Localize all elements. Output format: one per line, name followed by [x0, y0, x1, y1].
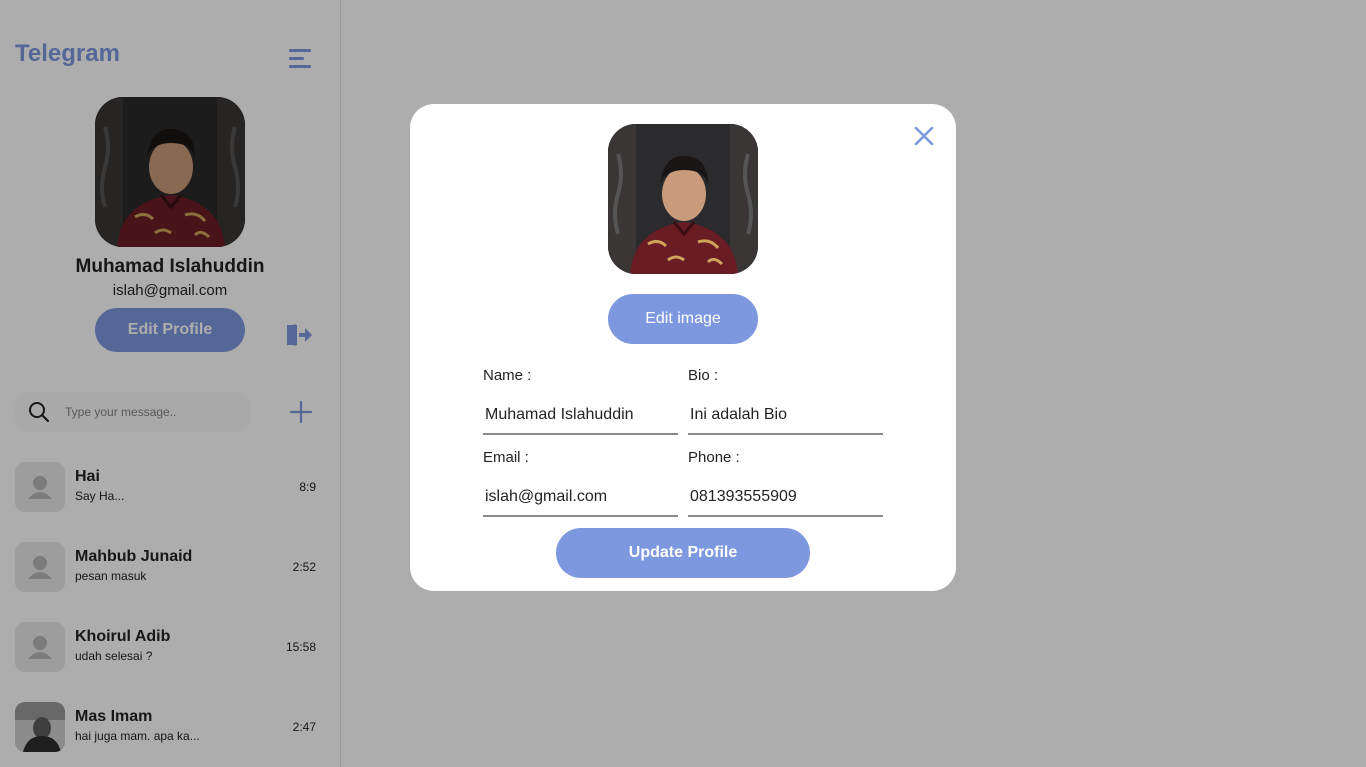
- phone-label: Phone :: [688, 449, 740, 466]
- edit-profile-modal: Edit image Name : Bio : Email : Phone : …: [410, 104, 956, 591]
- close-icon[interactable]: [912, 124, 936, 148]
- edit-image-button[interactable]: Edit image: [608, 294, 758, 344]
- modal-profile-avatar: [608, 124, 758, 274]
- bio-label: Bio :: [688, 367, 719, 384]
- phone-input[interactable]: [688, 479, 883, 517]
- bio-input[interactable]: [688, 397, 883, 435]
- name-label: Name :: [483, 367, 532, 384]
- email-label: Email :: [483, 449, 529, 466]
- name-input[interactable]: [483, 397, 678, 435]
- email-input[interactable]: [483, 479, 678, 517]
- update-profile-button[interactable]: Update Profile: [556, 528, 810, 578]
